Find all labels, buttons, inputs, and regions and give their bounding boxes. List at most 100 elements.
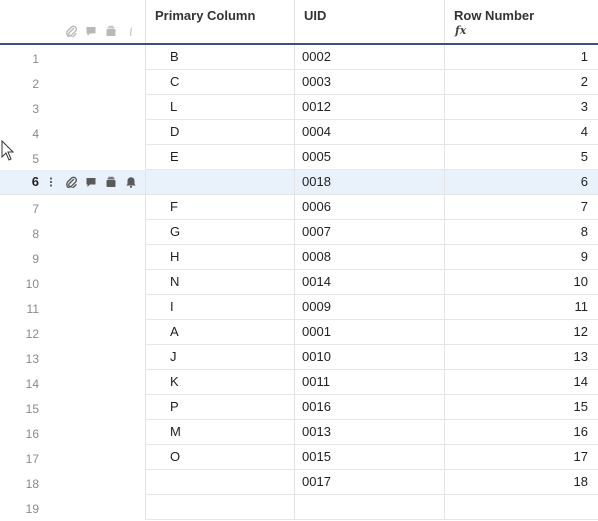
primary-cell[interactable]: G (145, 220, 294, 244)
column-header-uid[interactable]: UID (294, 0, 445, 43)
primary-cell[interactable]: E (145, 145, 294, 169)
uid-cell[interactable]: 0006 (294, 195, 444, 219)
row-number-label[interactable]: 12 (0, 322, 39, 346)
table-row[interactable]: 18 0017 18 (0, 470, 598, 495)
table-row[interactable]: 13 J 0010 13 (0, 345, 598, 370)
primary-cell[interactable]: O (145, 445, 294, 469)
table-row[interactable]: 4 D 0004 4 (0, 120, 598, 145)
row-number-label[interactable]: 7 (0, 197, 39, 221)
table-row[interactable]: 3 L 0012 3 (0, 95, 598, 120)
primary-cell[interactable]: A (145, 320, 294, 344)
row-number-cell[interactable]: 11 (444, 295, 598, 319)
more-vert-icon[interactable] (44, 175, 58, 189)
primary-cell[interactable]: D (145, 120, 294, 144)
row-number-label[interactable]: 11 (0, 297, 39, 321)
comment-icon[interactable] (84, 175, 98, 189)
row-number-cell[interactable]: 3 (444, 95, 598, 119)
primary-cell[interactable]: N (145, 270, 294, 294)
uid-cell[interactable]: 0002 (294, 45, 444, 69)
row-number-cell[interactable]: 12 (444, 320, 598, 344)
uid-cell[interactable]: 0011 (294, 370, 444, 394)
primary-cell[interactable]: B (145, 45, 294, 69)
row-number-label[interactable]: 17 (0, 447, 39, 471)
table-row[interactable]: 14 K 0011 14 (0, 370, 598, 395)
uid-cell[interactable]: 0016 (294, 395, 444, 419)
row-number-cell[interactable]: 14 (444, 370, 598, 394)
attachment-icon[interactable] (64, 175, 78, 189)
row-number-cell[interactable]: 13 (444, 345, 598, 369)
row-number-cell[interactable]: 1 (444, 45, 598, 69)
primary-cell[interactable] (145, 170, 294, 194)
row-number-label[interactable]: 10 (0, 272, 39, 296)
primary-cell[interactable]: J (145, 345, 294, 369)
uid-cell[interactable]: 0015 (294, 445, 444, 469)
table-row[interactable]: 16 M 0013 16 (0, 420, 598, 445)
table-row[interactable]: 8 G 0007 8 (0, 220, 598, 245)
table-row[interactable]: 5 E 0005 5 (0, 145, 598, 170)
row-number-cell[interactable]: 9 (444, 245, 598, 269)
primary-cell[interactable]: K (145, 370, 294, 394)
table-row[interactable]: 15 P 0016 15 (0, 395, 598, 420)
row-number-label[interactable]: 1 (0, 47, 39, 71)
uid-cell[interactable]: 0018 (294, 170, 444, 194)
primary-cell[interactable]: P (145, 395, 294, 419)
table-row[interactable]: 7 F 0006 7 (0, 195, 598, 220)
uid-cell[interactable]: 0009 (294, 295, 444, 319)
row-number-label[interactable]: 3 (0, 97, 39, 121)
row-number-label[interactable]: 19 (0, 497, 39, 521)
row-number-label[interactable]: 18 (0, 472, 39, 496)
primary-cell[interactable]: M (145, 420, 294, 444)
row-number-cell[interactable]: 5 (444, 145, 598, 169)
primary-cell[interactable]: L (145, 95, 294, 119)
row-number-cell[interactable]: 4 (444, 120, 598, 144)
uid-cell[interactable]: 0012 (294, 95, 444, 119)
column-header-primary[interactable]: Primary Column (145, 0, 295, 43)
row-number-cell[interactable]: 10 (444, 270, 598, 294)
table-row[interactable]: 19 (0, 495, 598, 520)
column-header-row-number[interactable]: Row Number fx (444, 0, 598, 43)
uid-cell[interactable]: 0003 (294, 70, 444, 94)
primary-cell[interactable] (145, 495, 294, 519)
uid-cell[interactable]: 0005 (294, 145, 444, 169)
row-number-cell[interactable]: 8 (444, 220, 598, 244)
primary-cell[interactable]: I (145, 295, 294, 319)
row-number-label[interactable]: 6 (0, 170, 39, 194)
uid-cell[interactable]: 0013 (294, 420, 444, 444)
row-number-cell[interactable]: 6 (444, 170, 598, 194)
uid-cell[interactable]: 0001 (294, 320, 444, 344)
uid-cell[interactable]: 0014 (294, 270, 444, 294)
row-number-cell[interactable]: 16 (444, 420, 598, 444)
primary-cell[interactable] (145, 470, 294, 494)
uid-cell[interactable]: 0007 (294, 220, 444, 244)
primary-cell[interactable]: C (145, 70, 294, 94)
table-row[interactable]: 6 0018 6 (0, 170, 598, 195)
uid-cell[interactable]: 0008 (294, 245, 444, 269)
row-number-label[interactable]: 9 (0, 247, 39, 271)
row-number-cell[interactable]: 15 (444, 395, 598, 419)
proof-icon[interactable] (104, 175, 118, 189)
uid-cell[interactable]: 0017 (294, 470, 444, 494)
table-row[interactable]: 12 A 0001 12 (0, 320, 598, 345)
uid-cell[interactable]: 0010 (294, 345, 444, 369)
table-row[interactable]: 9 H 0008 9 (0, 245, 598, 270)
row-number-cell[interactable]: 2 (444, 70, 598, 94)
row-number-label[interactable]: 13 (0, 347, 39, 371)
row-number-cell[interactable]: 7 (444, 195, 598, 219)
uid-cell[interactable]: 0004 (294, 120, 444, 144)
table-row[interactable]: 1 B 0002 1 (0, 45, 598, 70)
uid-cell[interactable] (294, 495, 444, 519)
table-row[interactable]: 2 C 0003 2 (0, 70, 598, 95)
row-number-label[interactable]: 14 (0, 372, 39, 396)
row-number-label[interactable]: 8 (0, 222, 39, 246)
reminder-bell-icon[interactable] (124, 175, 138, 189)
row-number-cell[interactable]: 18 (444, 470, 598, 494)
row-number-label[interactable]: 15 (0, 397, 39, 421)
row-number-label[interactable]: 2 (0, 72, 39, 96)
row-number-cell[interactable]: 17 (444, 445, 598, 469)
table-row[interactable]: 11 I 0009 11 (0, 295, 598, 320)
table-row[interactable]: 17 O 0015 17 (0, 445, 598, 470)
row-number-cell[interactable] (444, 495, 598, 519)
table-row[interactable]: 10 N 0014 10 (0, 270, 598, 295)
row-number-label[interactable]: 16 (0, 422, 39, 446)
primary-cell[interactable]: F (145, 195, 294, 219)
